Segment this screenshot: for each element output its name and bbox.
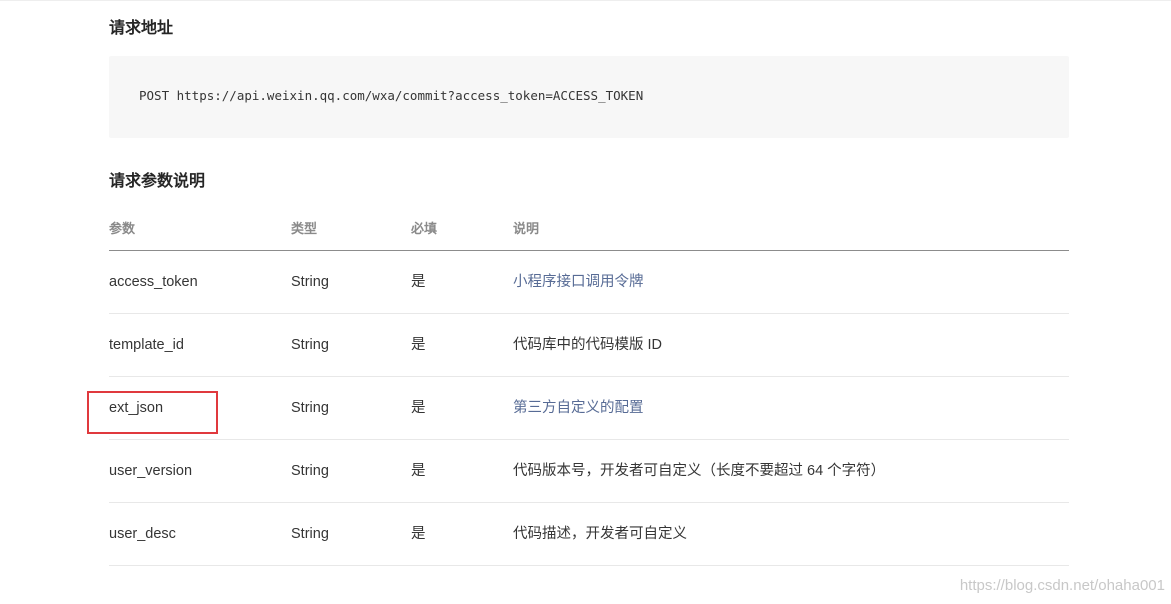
table-row: user_desc String 是 代码描述，开发者可自定义 (109, 503, 1069, 566)
param-required: 是 (411, 400, 426, 416)
code-block: POST https://api.weixin.qq.com/wxa/commi… (109, 56, 1069, 138)
param-description: 代码库中的代码模版 ID (513, 337, 663, 353)
param-type: String (291, 400, 329, 416)
section-title-request-params: 请求参数说明 (109, 173, 206, 190)
header-required: 必填 (411, 221, 438, 236)
param-description-link[interactable]: 第三方自定义的配置 (513, 399, 644, 417)
param-type: String (291, 337, 329, 353)
param-required: 是 (411, 463, 426, 479)
param-name: access_token (109, 274, 198, 290)
table-row: user_version String 是 代码版本号，开发者可自定义（长度不要… (109, 440, 1069, 503)
params-table: 参数 类型 必填 说明 access_token String 是 小程序接口调… (109, 208, 1069, 566)
param-required: 是 (411, 274, 426, 290)
table-row: access_token String 是 小程序接口调用令牌 (109, 251, 1069, 314)
param-name: user_desc (109, 526, 176, 542)
header-param: 参数 (109, 221, 136, 236)
param-name: user_version (109, 463, 193, 479)
param-required: 是 (411, 526, 426, 542)
param-description: 代码版本号，开发者可自定义（长度不要超过 64 个字符） (513, 463, 886, 479)
top-divider (0, 0, 1171, 1)
header-description: 说明 (513, 221, 540, 236)
param-type: String (291, 463, 329, 479)
table-header: 参数 类型 必填 说明 (109, 208, 1069, 251)
param-name: template_id (109, 337, 184, 353)
request-url-code: POST https://api.weixin.qq.com/wxa/commi… (139, 88, 644, 103)
watermark: https://blog.csdn.net/ohaha001 (959, 577, 1165, 594)
ext-json-highlight-box (87, 391, 218, 434)
param-description-link[interactable]: 小程序接口调用令牌 (513, 273, 644, 291)
header-type: 类型 (291, 221, 318, 236)
param-type: String (291, 274, 329, 290)
param-required: 是 (411, 337, 426, 353)
section-title-request-address: 请求地址 (109, 20, 174, 37)
param-type: String (291, 526, 329, 542)
param-description: 代码描述，开发者可自定义 (513, 526, 687, 542)
table-row: template_id String 是 代码库中的代码模版 ID (109, 314, 1069, 377)
table-row: ext_json String 是 第三方自定义的配置 (109, 377, 1069, 440)
